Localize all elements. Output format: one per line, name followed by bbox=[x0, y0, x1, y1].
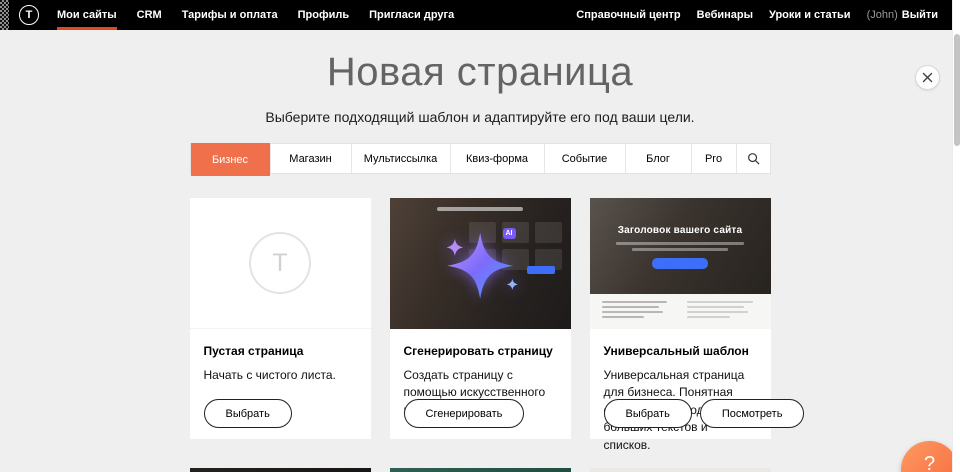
checkered-corner-texture bbox=[0, 0, 9, 30]
card-body: Универсальный шаблон Универсальная стран… bbox=[590, 329, 771, 454]
template-cards-row-2 bbox=[190, 468, 771, 472]
thumbnail-text-line bbox=[616, 242, 744, 245]
card-buttons: Выбрать Посмотреть bbox=[604, 399, 805, 428]
ai-badge: AI bbox=[503, 228, 516, 239]
menu-item-invite-friend[interactable]: Пригласи друга bbox=[359, 0, 464, 30]
close-icon bbox=[922, 72, 933, 83]
thumbnail-text-section bbox=[590, 294, 771, 329]
template-card-ai: AI Сгенерировать страницу Создать страни… bbox=[390, 198, 571, 439]
tab-event[interactable]: Событие bbox=[544, 144, 625, 173]
page-subtitle: Выберите подходящий шаблон и адаптируйте… bbox=[0, 109, 960, 125]
template-thumbnail[interactable] bbox=[190, 468, 371, 472]
close-button[interactable] bbox=[915, 65, 940, 90]
scrollbar[interactable] bbox=[952, 0, 960, 472]
tilda-logo-placeholder: T bbox=[249, 232, 311, 294]
link-lessons-articles[interactable]: Уроки и статьи bbox=[761, 0, 859, 30]
card-title: Универсальный шаблон bbox=[604, 344, 757, 358]
topbar: T Мои сайты CRM Тарифы и оплата Профиль … bbox=[0, 0, 960, 30]
tab-quiz-form[interactable]: Квиз-форма bbox=[450, 144, 544, 173]
link-help-center[interactable]: Справочный центр bbox=[568, 0, 688, 30]
card-buttons: Выбрать bbox=[204, 399, 292, 428]
choose-blank-button[interactable]: Выбрать bbox=[204, 399, 292, 428]
menu-item-crm[interactable]: CRM bbox=[127, 0, 172, 30]
thumbnail-site-title: Заголовок вашего сайта bbox=[590, 225, 771, 236]
thumbnail-text-line bbox=[632, 248, 728, 251]
template-card[interactable] bbox=[190, 468, 371, 472]
template-thumbnail[interactable] bbox=[590, 468, 771, 472]
card-body: Пустая страница Начать с чистого листа. bbox=[190, 329, 371, 384]
card-title: Сгенерировать страницу bbox=[404, 344, 557, 358]
template-thumbnail-universal[interactable]: Заголовок вашего сайта bbox=[590, 198, 771, 329]
menu-item-tariffs[interactable]: Тарифы и оплата bbox=[172, 0, 288, 30]
secondary-menu: Справочный центр Вебинары Уроки и статьи… bbox=[568, 0, 946, 30]
ai-sparkle-icon bbox=[438, 224, 530, 306]
template-thumbnail-ai[interactable]: AI bbox=[390, 198, 571, 329]
thumbnail-text-column bbox=[687, 301, 759, 322]
logout-link[interactable]: Выйти bbox=[900, 0, 946, 30]
thumbnail-text-column bbox=[602, 301, 674, 322]
tab-multilink[interactable]: Мультиссылка bbox=[351, 144, 450, 173]
card-title: Пустая страница bbox=[204, 344, 357, 358]
tab-blog[interactable]: Блог bbox=[625, 144, 691, 173]
template-category-tabs: Бизнес Магазин Мультиссылка Квиз-форма С… bbox=[190, 143, 771, 174]
template-card-universal: Заголовок вашего сайта Универсальный шаб… bbox=[590, 198, 771, 439]
thumbnail-blue-button bbox=[527, 266, 555, 274]
menu-item-my-sites[interactable]: Мои сайты bbox=[47, 0, 127, 30]
user-name: (John) bbox=[859, 0, 900, 30]
card-description: Начать с чистого листа. bbox=[204, 367, 357, 384]
choose-universal-button[interactable]: Выбрать bbox=[604, 399, 692, 428]
link-webinars[interactable]: Вебинары bbox=[689, 0, 761, 30]
thumbnail-caption-bar bbox=[437, 207, 523, 211]
menu-item-profile[interactable]: Профиль bbox=[288, 0, 359, 30]
tab-pro[interactable]: Pro bbox=[691, 144, 736, 173]
template-card[interactable] bbox=[390, 468, 571, 472]
new-page-dialog: Новая страница Выберите подходящий шабло… bbox=[0, 50, 960, 472]
template-thumbnail[interactable] bbox=[390, 468, 571, 472]
tab-store[interactable]: Магазин bbox=[270, 144, 351, 173]
search-icon bbox=[747, 152, 760, 165]
generate-button[interactable]: Сгенерировать bbox=[404, 399, 525, 428]
main-menu: Мои сайты CRM Тарифы и оплата Профиль Пр… bbox=[47, 0, 464, 30]
template-cards-row-1: T Пустая страница Начать с чистого листа… bbox=[190, 198, 771, 439]
tab-search[interactable] bbox=[736, 144, 770, 173]
page-title: Новая страница bbox=[0, 50, 960, 95]
template-card[interactable] bbox=[590, 468, 771, 472]
thumbnail-blue-button bbox=[652, 258, 708, 269]
preview-universal-button[interactable]: Посмотреть bbox=[700, 399, 805, 428]
template-card-blank: T Пустая страница Начать с чистого листа… bbox=[190, 198, 371, 439]
tilda-logo[interactable]: T bbox=[19, 5, 39, 25]
card-buttons: Сгенерировать bbox=[404, 399, 525, 428]
thumbnail-hero: Заголовок вашего сайта bbox=[590, 198, 771, 294]
tab-business[interactable]: Бизнес bbox=[191, 143, 270, 176]
scrollbar-thumb[interactable] bbox=[954, 34, 960, 146]
template-thumbnail-blank[interactable]: T bbox=[190, 198, 371, 329]
